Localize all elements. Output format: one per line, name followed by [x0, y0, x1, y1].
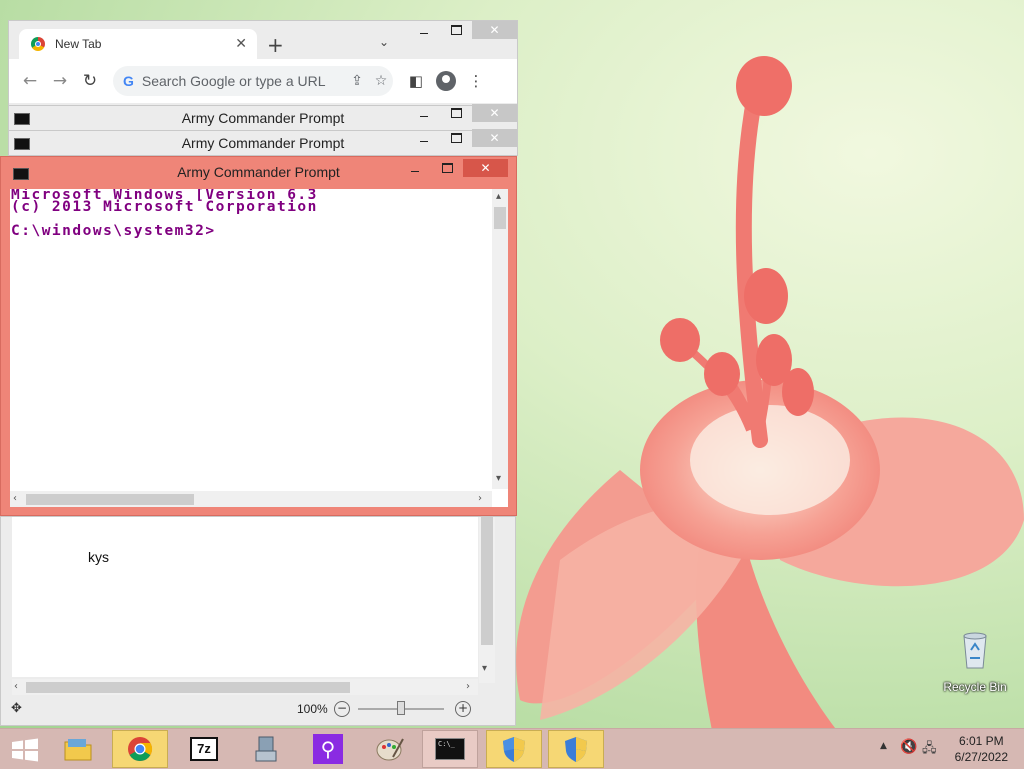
paint-palette-icon — [376, 738, 404, 761]
scrollbar-thumb[interactable] — [494, 207, 506, 229]
close-tab-icon[interactable]: ✕ — [235, 36, 247, 52]
window-controls: ✕ — [408, 104, 517, 126]
cmd-window-2-titlebar[interactable]: Army Commander Prompt ✕ — [8, 129, 518, 156]
new-tab-button[interactable]: + — [267, 33, 284, 57]
taskbar-uac-shield-2[interactable] — [548, 730, 604, 768]
status-bar: ✥ 100% − + — [1, 697, 515, 723]
folder-icon — [64, 739, 92, 761]
taskbar-command-prompt[interactable]: C:\_ — [422, 730, 478, 768]
recycle-bin[interactable]: Recycle Bin — [940, 630, 1010, 694]
move-handle-icon[interactable]: ✥ — [11, 701, 22, 716]
vertical-scrollbar[interactable]: ▾ — [479, 517, 495, 683]
recycle-bin-label: Recycle Bin — [943, 680, 1007, 694]
system-tray: ▲ 🔇 🖧 6:01 PM 6/27/2022 — [864, 729, 1024, 769]
magnifier-icon: ⚲ — [313, 734, 343, 764]
installer-icon — [255, 736, 277, 762]
document-text: kys — [88, 549, 109, 565]
console-prompt: C:\windows\system32> — [11, 223, 216, 239]
console-area[interactable]: Microsoft Windows [Version 6.3 (c) 2013 M… — [10, 189, 508, 507]
horizontal-scrollbar[interactable]: ‹ › — [12, 679, 478, 695]
chrome-favicon-icon — [31, 37, 45, 51]
close-button[interactable]: ✕ — [472, 129, 517, 147]
maximize-button[interactable] — [440, 21, 472, 39]
google-g-icon: G — [123, 73, 134, 89]
scrollbar-thumb[interactable] — [26, 494, 194, 505]
clock-date: 6/27/2022 — [954, 750, 1008, 764]
tab-search-chevron-icon[interactable]: ⌄ — [379, 35, 389, 49]
console-output[interactable]: Microsoft Windows [Version 6.3 (c) 2013 M… — [11, 189, 491, 489]
close-button[interactable]: ✕ — [472, 21, 517, 39]
document-page[interactable]: kys — [12, 517, 478, 677]
taskbar-paint[interactable] — [362, 730, 418, 768]
clock[interactable]: 6:01 PM 6/27/2022 — [955, 733, 1008, 765]
taskbar-search-tool[interactable]: ⚲ — [300, 730, 356, 768]
uac-shield-icon — [565, 737, 587, 762]
scroll-right-icon[interactable]: › — [478, 493, 482, 504]
reload-icon[interactable]: ↻ — [75, 71, 105, 91]
minimize-button[interactable] — [399, 159, 431, 177]
minimize-button[interactable] — [408, 21, 440, 39]
omnibox-placeholder[interactable]: Search Google or type a URL — [142, 73, 345, 89]
bookmark-star-icon[interactable]: ☆ — [369, 73, 393, 89]
7zip-icon: 7z — [190, 737, 218, 761]
taskbar-file-explorer[interactable] — [50, 730, 106, 768]
taskbar-uac-shield-1[interactable] — [486, 730, 542, 768]
maximize-button[interactable] — [440, 129, 472, 147]
document-window[interactable]: kys ▾ ‹ › ✥ 100% − + — [0, 516, 516, 726]
scrollbar-thumb[interactable] — [26, 682, 350, 693]
taskbar-chrome[interactable] — [112, 730, 168, 768]
vertical-scrollbar[interactable]: ▴ ▾ — [492, 189, 508, 489]
close-button[interactable]: ✕ — [463, 159, 508, 177]
zoom-in-button[interactable]: + — [455, 701, 471, 717]
window-controls: ✕ — [399, 159, 508, 181]
menu-dots-icon[interactable]: ⋮ — [461, 72, 491, 90]
window-controls: ✕ — [408, 129, 517, 151]
forward-arrow-icon[interactable]: → — [45, 71, 75, 91]
taskbar-7zip[interactable]: 7z — [176, 730, 232, 768]
maximize-button[interactable] — [431, 159, 463, 177]
scroll-down-icon[interactable]: ▾ — [482, 663, 487, 674]
show-hidden-icons-chevron-icon[interactable]: ▲ — [880, 741, 887, 751]
network-icon[interactable]: 🖧 — [922, 739, 937, 761]
cmd-icon: C:\_ — [435, 738, 465, 760]
taskbar: 7z ⚲ C:\_ ▲ 🔇 🖧 6:01 PM 6/27/2022 — [0, 728, 1024, 769]
browser-toolbar: ← → ↻ G Search Google or type a URL ⇪ ☆ … — [9, 59, 517, 103]
recycle-bin-icon — [963, 632, 987, 669]
cmd-window-1-titlebar[interactable]: Army Commander Prompt ✕ — [8, 104, 518, 131]
omnibox[interactable]: G Search Google or type a URL ⇪ ☆ — [113, 66, 393, 96]
zoom-level: 100% — [297, 702, 328, 716]
tab-new-tab[interactable]: New Tab ✕ — [19, 29, 257, 59]
cmd-window-active[interactable]: Army Commander Prompt ✕ Microsoft Window… — [0, 156, 517, 516]
maximize-button[interactable] — [440, 104, 472, 122]
chrome-icon — [128, 737, 153, 762]
side-panel-icon[interactable]: ◧ — [401, 72, 431, 90]
scroll-left-icon[interactable]: ‹ — [13, 493, 17, 504]
scrollbar-thumb[interactable] — [481, 517, 493, 645]
scroll-up-icon[interactable]: ▴ — [496, 191, 501, 202]
close-button[interactable]: ✕ — [472, 104, 517, 122]
clock-time: 6:01 PM — [958, 734, 1004, 748]
minimize-button[interactable] — [408, 129, 440, 147]
chrome-window[interactable]: New Tab ✕ + ⌄ ✕ ← → ↻ G Search Google or… — [8, 20, 518, 106]
minimize-button[interactable] — [408, 104, 440, 122]
uac-shield-icon — [503, 737, 525, 762]
start-button-windows-icon[interactable] — [10, 738, 40, 762]
chrome-window-controls: ✕ — [408, 21, 517, 43]
zoom-out-button[interactable]: − — [334, 701, 350, 717]
volume-muted-icon[interactable]: 🔇 — [900, 739, 917, 755]
horizontal-scrollbar[interactable]: ‹ › — [10, 491, 492, 507]
tab-title: New Tab — [55, 37, 102, 51]
profile-avatar-icon[interactable] — [436, 71, 456, 91]
scroll-right-icon[interactable]: › — [466, 681, 470, 692]
back-arrow-icon[interactable]: ← — [15, 71, 45, 91]
scroll-down-icon[interactable]: ▾ — [496, 473, 501, 484]
zoom-slider-thumb[interactable] — [397, 701, 405, 715]
scroll-left-icon[interactable]: ‹ — [14, 681, 18, 692]
console-line: (c) 2013 Microsoft Corporation — [11, 199, 318, 215]
share-icon[interactable]: ⇪ — [345, 73, 369, 89]
taskbar-installer[interactable] — [238, 730, 294, 768]
